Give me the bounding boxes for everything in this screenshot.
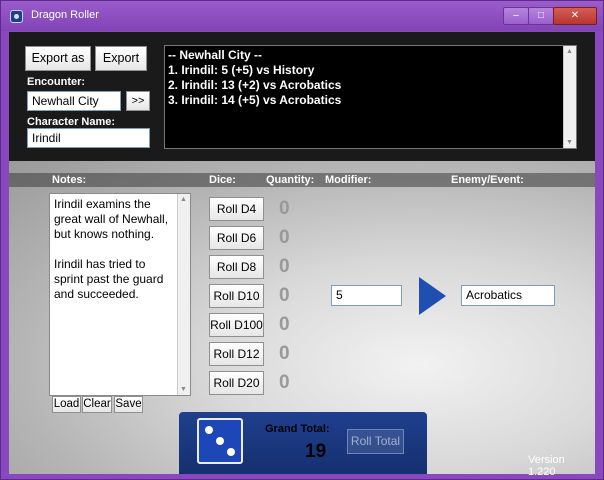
maximize-button[interactable]: □ xyxy=(528,7,554,25)
d8-quantity: 0 xyxy=(279,256,290,277)
roll-d8-button[interactable]: Roll D8 xyxy=(209,255,264,279)
roll-d6-button[interactable]: Roll D6 xyxy=(209,226,264,250)
notes-header: Notes: xyxy=(52,174,87,186)
roll-d20-button[interactable]: Roll D20 xyxy=(209,371,264,395)
roll-d4-button[interactable]: Roll D4 xyxy=(209,197,264,221)
scroll-down-icon[interactable]: ▼ xyxy=(180,386,187,393)
dice-pip xyxy=(227,448,235,456)
character-name-label: Character Name: xyxy=(27,116,116,128)
d100-quantity: 0 xyxy=(279,314,290,335)
roll-total-button[interactable]: Roll Total xyxy=(347,429,404,454)
title-bar[interactable]: Dragon Roller – □ ✕ xyxy=(1,1,603,31)
notes-scrollbar[interactable]: ▲ ▼ xyxy=(177,194,190,395)
enemy-event-header: Enemy/Event: xyxy=(451,174,524,186)
character-name-input[interactable]: Irindil xyxy=(27,128,150,148)
quantity-header: Quantity: xyxy=(266,174,315,186)
roll-d10-button[interactable]: Roll D10 xyxy=(209,284,264,308)
load-notes-button[interactable]: Load xyxy=(52,396,81,413)
results-line: 1. Irindil: 5 (+5) vs History xyxy=(168,63,315,77)
top-panel: Export as Export Encounter: Newhall City… xyxy=(9,32,595,161)
export-button[interactable]: Export xyxy=(95,46,147,71)
results-scrollbar[interactable]: ▲ ▼ xyxy=(563,46,576,148)
results-log[interactable]: -- Newhall City -- 1. Irindil: 5 (+5) vs… xyxy=(164,45,577,149)
notes-text: Irindil examins the great wall of Newhal… xyxy=(54,197,169,301)
grand-total-panel: Grand Total: 19 Roll Total xyxy=(179,412,427,474)
play-arrow-icon[interactable] xyxy=(419,277,446,315)
roll-d12-button[interactable]: Roll D12 xyxy=(209,342,264,366)
app-window: Dragon Roller – □ ✕ Export as Export Enc… xyxy=(0,0,604,480)
d20-quantity: 0 xyxy=(279,372,290,393)
encounter-go-button[interactable]: >> xyxy=(126,91,150,111)
minimize-button[interactable]: – xyxy=(503,7,529,25)
app-icon xyxy=(10,10,23,23)
enemy-event-input[interactable]: Acrobatics xyxy=(461,285,555,306)
encounter-label: Encounter: xyxy=(27,76,86,88)
clear-notes-button[interactable]: Clear xyxy=(82,396,112,413)
roll-d100-button[interactable]: Roll D100 xyxy=(209,313,264,337)
scroll-up-icon[interactable]: ▲ xyxy=(566,48,573,55)
scroll-down-icon[interactable]: ▼ xyxy=(566,139,573,146)
dice-icon xyxy=(197,418,243,464)
grand-total-value: 19 xyxy=(305,441,327,462)
scroll-up-icon[interactable]: ▲ xyxy=(180,196,187,203)
notes-textarea[interactable]: Irindil examins the great wall of Newhal… xyxy=(49,193,191,396)
modifier-header: Modifier: xyxy=(325,174,372,186)
d10-quantity: 0 xyxy=(279,285,290,306)
dice-pip xyxy=(205,426,213,434)
bottom-panel: Notes: Dice: Quantity: Modifier: Enemy/E… xyxy=(9,161,595,478)
window-title: Dragon Roller xyxy=(31,9,99,21)
version-label: Version 1.220 xyxy=(528,454,565,478)
d6-quantity: 0 xyxy=(279,227,290,248)
dice-pip xyxy=(216,437,224,445)
save-notes-button[interactable]: Save xyxy=(114,396,143,413)
export-as-button[interactable]: Export as xyxy=(25,46,91,71)
close-button[interactable]: ✕ xyxy=(553,7,597,25)
results-line: -- Newhall City -- xyxy=(168,48,263,62)
results-line: 3. Irindil: 14 (+5) vs Acrobatics xyxy=(168,93,342,107)
results-list: -- Newhall City -- 1. Irindil: 5 (+5) vs… xyxy=(168,48,341,108)
results-line: 2. Irindil: 13 (+2) vs Acrobatics xyxy=(168,78,342,92)
modifier-input[interactable]: 5 xyxy=(331,285,402,306)
d12-quantity: 0 xyxy=(279,343,290,364)
grand-total-label: Grand Total: xyxy=(265,423,330,435)
encounter-input[interactable]: Newhall City xyxy=(27,91,121,111)
d4-quantity: 0 xyxy=(279,198,290,219)
dice-header: Dice: xyxy=(209,174,236,186)
